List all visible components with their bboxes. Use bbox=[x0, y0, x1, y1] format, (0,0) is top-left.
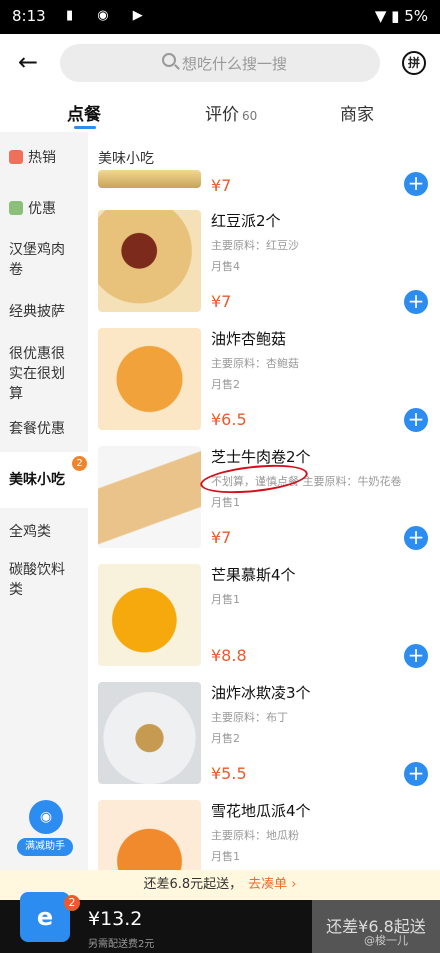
item-material: 主要原料：地瓜粉 bbox=[211, 829, 299, 842]
discount-helper[interactable]: ◉ 满减助手 bbox=[17, 800, 73, 862]
tab-reviews[interactable]: 评价 60 bbox=[205, 100, 257, 125]
sidebar-item-pizza[interactable]: 经典披萨 bbox=[0, 302, 88, 322]
item-name: 红豆派2个 bbox=[211, 212, 281, 230]
list-item: 芝士牛肉卷2个 不划算，谨慎点餐 主要原料：牛奶花卷 月售1 ¥7 + bbox=[88, 446, 440, 564]
promo-text: 还差6.8元起送， bbox=[143, 877, 243, 892]
tag-icon bbox=[9, 201, 23, 215]
sidebar-item-discount[interactable]: 优惠 bbox=[0, 199, 88, 219]
notification-icons: ▮ ◉ ▶ bbox=[66, 8, 153, 23]
item-sold: 月售1 bbox=[211, 496, 240, 509]
food-image bbox=[98, 800, 201, 870]
item-name: 芒果慕斯4个 bbox=[211, 566, 296, 584]
add-to-cart-button[interactable]: + bbox=[404, 172, 428, 196]
item-price: ¥7 bbox=[211, 176, 232, 195]
item-price: ¥7 bbox=[211, 292, 232, 311]
item-material: 主要原料：杏鲍菇 bbox=[211, 357, 299, 370]
review-count: 60 bbox=[242, 109, 258, 123]
add-to-cart-button[interactable]: + bbox=[404, 762, 428, 786]
delivery-fee: 另需配送费2元 bbox=[88, 939, 155, 950]
food-image bbox=[98, 328, 201, 430]
tab-bar: 点餐 评价 60 商家 bbox=[0, 92, 440, 132]
search-placeholder: 想吃什么搜一搜 bbox=[182, 55, 288, 73]
brand-logo-icon[interactable]: 拼 bbox=[402, 51, 426, 75]
sidebar-item-hot[interactable]: 热销 bbox=[0, 148, 88, 168]
status-time: 8:13 bbox=[12, 7, 46, 25]
food-image bbox=[98, 210, 201, 312]
back-arrow-icon[interactable]: ← bbox=[18, 48, 38, 76]
food-image bbox=[98, 682, 201, 784]
header: ← 想吃什么搜一搜 拼 bbox=[0, 34, 440, 92]
item-sold: 月售4 bbox=[211, 260, 240, 273]
section-title: 美味小吃 bbox=[98, 151, 154, 167]
snacks-count-badge: 2 bbox=[72, 456, 87, 471]
item-price: ¥7 bbox=[211, 528, 232, 547]
item-sold: 月售2 bbox=[211, 732, 240, 745]
item-sold: 月售1 bbox=[211, 593, 240, 606]
cart-count-badge: 2 bbox=[64, 895, 80, 911]
sidebar-item-combo[interactable]: 套餐优惠 bbox=[0, 419, 88, 439]
discount-helper-label: 满减助手 bbox=[17, 838, 73, 856]
status-right: ▼ ▮ 5% bbox=[374, 7, 428, 25]
add-to-cart-button[interactable]: + bbox=[404, 408, 428, 432]
tab-order[interactable]: 点餐 bbox=[67, 100, 101, 125]
search-icon bbox=[162, 53, 176, 67]
cart-icon[interactable]: e bbox=[20, 892, 70, 942]
menu-list: 美味小吃 ¥7 + 红豆派2个 主要原料：红豆沙 月售4 ¥7 + 油炸杏鲍菇 … bbox=[88, 132, 440, 870]
add-to-cart-button[interactable]: + bbox=[404, 644, 428, 668]
item-name: 油炸杏鲍菇 bbox=[211, 330, 287, 348]
food-image bbox=[98, 170, 201, 188]
add-to-cart-button[interactable]: + bbox=[404, 526, 428, 550]
flame-icon bbox=[9, 150, 23, 164]
tab-underline bbox=[74, 126, 96, 129]
cart-total: ¥13.2 bbox=[88, 908, 143, 930]
food-image bbox=[98, 564, 201, 666]
battery-level: 5% bbox=[404, 7, 428, 25]
item-material: 主要原料：布丁 bbox=[211, 711, 288, 724]
sidebar-item-burger[interactable]: 汉堡鸡肉卷 bbox=[0, 240, 70, 280]
search-bar[interactable]: 想吃什么搜一搜 bbox=[60, 44, 380, 82]
list-item: 红豆派2个 主要原料：红豆沙 月售4 ¥7 + bbox=[88, 210, 440, 328]
add-more-link[interactable]: 去凑单 › bbox=[248, 877, 296, 892]
category-sidebar: 热销 优惠 汉堡鸡肉卷 经典披萨 很优惠很实在很划算 套餐优惠 美味小吃 2 全… bbox=[0, 132, 88, 896]
list-item: 雪花地瓜派4个 主要原料：地瓜粉 月售1 bbox=[88, 800, 440, 870]
item-price: ¥8.8 bbox=[211, 646, 247, 665]
list-item: 油炸冰欺凌3个 主要原料：布丁 月售2 ¥5.5 + bbox=[88, 682, 440, 800]
sidebar-item-drinks[interactable]: 碳酸饮料类 bbox=[0, 560, 70, 600]
add-to-cart-button[interactable]: + bbox=[404, 290, 428, 314]
list-item: 芒果慕斯4个 月售1 ¥8.8 + bbox=[88, 564, 440, 682]
tab-merchant[interactable]: 商家 bbox=[340, 100, 374, 125]
item-name: 芝士牛肉卷2个 bbox=[211, 448, 311, 466]
food-image bbox=[98, 446, 201, 548]
sidebar-item-value[interactable]: 很优惠很实在很划算 bbox=[0, 344, 70, 404]
item-name: 雪花地瓜派4个 bbox=[211, 802, 311, 820]
item-price: ¥6.5 bbox=[211, 410, 247, 429]
item-price: ¥5.5 bbox=[211, 764, 247, 783]
robot-icon: ◉ bbox=[29, 800, 63, 834]
cart-summary[interactable]: e 2 ¥13.2 另需配送费2元 bbox=[0, 892, 312, 953]
item-material: 主要原料：红豆沙 bbox=[211, 239, 299, 252]
list-item: 油炸杏鲍菇 主要原料：杏鲍菇 月售2 ¥6.5 + bbox=[88, 328, 440, 446]
item-sold: 月售2 bbox=[211, 378, 240, 391]
status-bar: 8:13 ▮ ◉ ▶ ▼ ▮ 5% bbox=[0, 0, 440, 34]
sidebar-item-chicken[interactable]: 全鸡类 bbox=[0, 522, 88, 542]
item-sold: 月售1 bbox=[211, 850, 240, 863]
item-name: 油炸冰欺凌3个 bbox=[211, 684, 311, 702]
watermark: @梭一儿 bbox=[364, 934, 408, 947]
